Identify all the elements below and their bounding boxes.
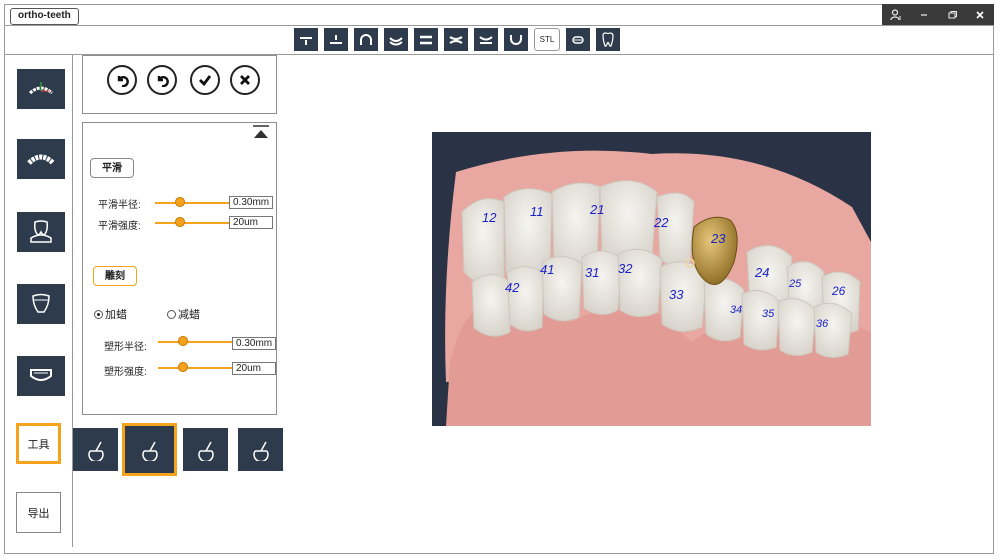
sidebar: 工具 导出: [4, 55, 73, 547]
tooth-number: 34: [730, 304, 743, 316]
window-controls: [882, 4, 994, 25]
export-button[interactable]: 导出: [16, 492, 61, 533]
tooth-gum-icon[interactable]: [17, 212, 65, 252]
tooth-number: 36: [816, 318, 829, 330]
tooth-number: 24: [755, 265, 770, 280]
tooth-number: 41: [540, 262, 555, 277]
restore-icon[interactable]: [938, 4, 966, 25]
align-top-icon[interactable]: [294, 28, 318, 51]
sculpt-tool-2-icon[interactable]: [122, 423, 177, 476]
title-bar: ortho-teeth: [4, 4, 994, 26]
cup-icon[interactable]: [504, 28, 528, 51]
tooth-number: 33: [669, 287, 684, 302]
sculpt-tool-3-icon[interactable]: [183, 428, 228, 471]
shape-radius-value[interactable]: 0.30mm: [232, 337, 276, 350]
tooth-number: 32: [618, 261, 633, 276]
remove-wax-label: 减蜡: [178, 309, 200, 321]
lower-curve-icon[interactable]: [384, 28, 408, 51]
collapse-icon[interactable]: [253, 125, 269, 142]
sculpt-button[interactable]: 雕刻: [93, 266, 137, 286]
tooth-number: 21: [590, 202, 605, 217]
tooth-number: 42: [505, 280, 520, 295]
shape-radius-label: 塑形半径:: [104, 342, 147, 353]
radio-empty-icon: [167, 309, 176, 319]
tooth-number: 22: [654, 215, 669, 230]
minimize-icon[interactable]: [910, 4, 938, 25]
tooth-number: 25: [789, 278, 802, 290]
remove-wax-radio[interactable]: 减蜡: [167, 306, 200, 322]
slider-knob[interactable]: [178, 362, 188, 372]
tooth-number: 11: [530, 204, 544, 219]
tooth-number: 35: [762, 308, 775, 320]
undo-alt-icon[interactable]: [147, 65, 177, 95]
crown-icon[interactable]: [17, 284, 65, 324]
tools-button[interactable]: 工具: [16, 423, 61, 464]
shape-strength-slider[interactable]: [158, 362, 232, 372]
confirm-icon[interactable]: [190, 65, 220, 95]
slider-knob[interactable]: [175, 217, 185, 227]
slider-knob[interactable]: [175, 197, 185, 207]
tooth-number: 26: [832, 284, 846, 298]
top-toolbar: STL: [294, 28, 620, 51]
equal-icon[interactable]: [414, 28, 438, 51]
shape-radius-slider[interactable]: [158, 336, 232, 346]
crossed-lines-icon[interactable]: [444, 28, 468, 51]
close-icon[interactable]: [966, 4, 994, 25]
smooth-radius-value[interactable]: 0.30mm: [229, 196, 273, 209]
sculpt-settings-panel: 平滑 平滑半径: 0.30mm 平滑强度: 20um 雕刻 加蜡 减蜡 塑形半径…: [82, 122, 277, 415]
shape-strength-value[interactable]: 20um: [232, 362, 276, 375]
tooth-number: 12: [482, 210, 497, 225]
action-panel: [82, 55, 277, 114]
retainer-icon[interactable]: [566, 28, 590, 51]
app-title: ortho-teeth: [10, 8, 79, 25]
teeth-model: [445, 150, 871, 426]
arch-axis-icon[interactable]: [17, 69, 65, 109]
sculpt-tool-4-icon[interactable]: [238, 428, 283, 471]
smooth-strength-label: 平滑强度:: [98, 221, 141, 232]
cancel-icon[interactable]: [230, 65, 260, 95]
smooth-radius-label: 平滑半径:: [98, 200, 141, 211]
add-wax-radio[interactable]: 加蜡: [94, 306, 127, 322]
3d-viewport[interactable]: 12 11 21 22 23 42 41 31 32 33 24 25 26 3…: [432, 132, 871, 426]
tooth-number: 23: [711, 231, 726, 246]
user-icon[interactable]: [882, 4, 910, 25]
tooth-outline-icon[interactable]: [596, 28, 620, 51]
align-center-icon[interactable]: [324, 28, 348, 51]
tooth-number: 31: [585, 265, 600, 280]
smooth-radius-slider[interactable]: [155, 197, 229, 207]
add-wax-label: 加蜡: [105, 309, 127, 321]
upper-curve-icon[interactable]: [474, 28, 498, 51]
sculpt-tool-1-icon[interactable]: [73, 428, 118, 471]
radio-selected-icon: [94, 309, 103, 319]
arch-icon[interactable]: [354, 28, 378, 51]
smooth-strength-value[interactable]: 20um: [229, 216, 273, 229]
smooth-strength-slider[interactable]: [155, 217, 229, 227]
stl-button[interactable]: STL: [534, 28, 560, 51]
slider-knob[interactable]: [178, 336, 188, 346]
aligner-icon[interactable]: [17, 356, 65, 396]
shape-strength-label: 塑形强度:: [104, 367, 147, 378]
full-arch-icon[interactable]: [17, 139, 65, 179]
smooth-button[interactable]: 平滑: [90, 158, 134, 178]
undo-icon[interactable]: [107, 65, 137, 95]
